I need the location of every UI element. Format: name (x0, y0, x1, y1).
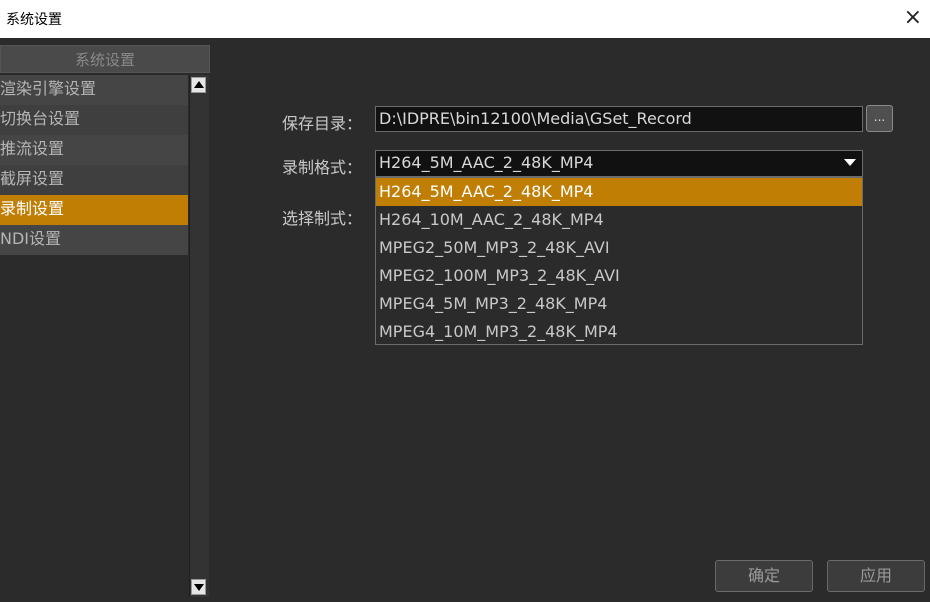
scroll-down-button[interactable] (191, 579, 206, 595)
sidebar-item-streaming[interactable]: 推流设置 (0, 135, 188, 165)
save-dir-label: 保存目录： (282, 114, 363, 133)
format-select[interactable]: H264_5M_AAC_2_48K_MP4 (375, 150, 863, 177)
save-dir-input[interactable]: D:\IDPRE\bin12100\Media\GSet_Record (375, 106, 863, 132)
format-option[interactable]: MPEG4_10M_MP3_2_48K_MP4 (376, 318, 862, 346)
settings-panel: 系统设置 渲染引擎设置 切换台设置 推流设置 截屏设置 录制设置 NDI设置 保… (0, 38, 930, 602)
format-label: 录制格式： (282, 158, 363, 177)
scroll-up-button[interactable] (191, 77, 206, 93)
format-option[interactable]: MPEG2_100M_MP3_2_48K_AVI (376, 262, 862, 290)
format-option[interactable]: H264_10M_AAC_2_48K_MP4 (376, 206, 862, 234)
close-icon[interactable]: × (904, 4, 922, 32)
apply-button[interactable]: 应用 (827, 560, 925, 592)
triangle-down-icon (193, 584, 204, 591)
triangle-up-icon (193, 81, 204, 88)
sidebar-item-recording[interactable]: 录制设置 (0, 195, 188, 225)
confirm-button[interactable]: 确定 (715, 560, 813, 592)
window-title: 系统设置 (6, 12, 62, 28)
sidebar-item-render-engine[interactable]: 渲染引擎设置 (0, 75, 188, 105)
sidebar-list: 渲染引擎设置 切换台设置 推流设置 截屏设置 录制设置 NDI设置 (0, 75, 188, 255)
sidebar-item-switcher[interactable]: 切换台设置 (0, 105, 188, 135)
format-option[interactable]: MPEG2_50M_MP3_2_48K_AVI (376, 234, 862, 262)
sidebar-item-screenshot[interactable]: 截屏设置 (0, 165, 188, 195)
standard-label: 选择制式： (282, 209, 363, 228)
sidebar-item-ndi[interactable]: NDI设置 (0, 225, 188, 255)
sidebar: 系统设置 渲染引擎设置 切换台设置 推流设置 截屏设置 录制设置 NDI设置 (0, 45, 210, 597)
format-option[interactable]: MPEG4_5M_MP3_2_48K_MP4 (376, 290, 862, 318)
dropdown-arrow-icon[interactable] (840, 153, 860, 173)
sidebar-header: 系统设置 (0, 45, 210, 73)
format-option[interactable]: H264_5M_AAC_2_48K_MP4 (376, 178, 862, 206)
format-dropdown-list: H264_5M_AAC_2_48K_MP4 H264_10M_AAC_2_48K… (375, 177, 863, 345)
browse-button[interactable]: ... (866, 105, 893, 132)
format-select-value: H264_5M_AAC_2_48K_MP4 (379, 153, 594, 172)
title-bar: 系统设置 × (0, 0, 930, 38)
sidebar-scrollbar[interactable] (189, 75, 209, 597)
